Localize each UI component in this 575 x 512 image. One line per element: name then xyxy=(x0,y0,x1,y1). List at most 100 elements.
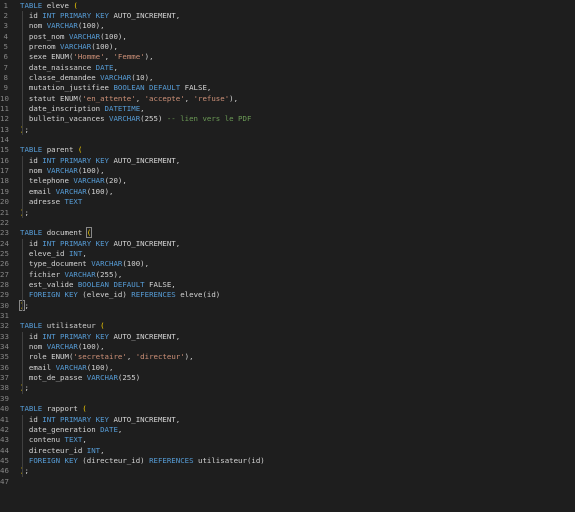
code-line[interactable]: id INT PRIMARY KEY AUTO_INCREMENT, xyxy=(20,332,180,342)
code-token: ( xyxy=(85,227,93,239)
code-line[interactable]: email VARCHAR(100), xyxy=(20,362,114,373)
line-number: 29 xyxy=(0,290,9,300)
code-line[interactable]: nom VARCHAR(100), xyxy=(20,166,105,176)
code-line[interactable]: sexe ENUM('Homme', 'Femme'), xyxy=(20,52,154,62)
code-token: ( xyxy=(77,145,83,155)
code-token: TEXT xyxy=(64,197,83,207)
code-token: DATETIME xyxy=(104,104,141,113)
code-token: ( xyxy=(73,0,78,10)
code-token: email xyxy=(20,186,56,196)
code-token: nom xyxy=(20,166,47,176)
code-token: 'Homme' xyxy=(73,52,105,62)
indent-guide xyxy=(22,331,23,394)
code-token: DATE xyxy=(95,62,114,72)
code-token: , xyxy=(126,352,136,362)
line-number: 5 xyxy=(3,41,8,51)
code-token: BOOLEAN DEFAULT xyxy=(113,83,181,93)
code-token: ; xyxy=(24,300,29,310)
code-token: , xyxy=(82,248,87,258)
code-line[interactable]: TABLE rapport ( xyxy=(20,404,87,414)
code-line[interactable]: id INT PRIMARY KEY AUTO_INCREMENT, xyxy=(20,156,180,166)
code-line[interactable]: contenu TEXT, xyxy=(20,435,87,445)
code-token: 'en_attente' xyxy=(82,93,136,103)
line-number: 34 xyxy=(0,342,9,352)
code-token: 'refuse' xyxy=(193,93,230,103)
line-number: 43 xyxy=(0,435,9,445)
code-line[interactable]: id INT PRIMARY KEY AUTO_INCREMENT, xyxy=(20,11,180,21)
code-token: , xyxy=(113,62,118,72)
code-line[interactable]: directeur_id INT, xyxy=(20,446,105,456)
line-number: 12 xyxy=(0,114,9,124)
code-token: INT PRIMARY KEY xyxy=(42,10,109,20)
code-line[interactable]: type_document VARCHAR(100), xyxy=(20,259,149,269)
code-area[interactable]: TABLE eleve ( id INT PRIMARY KEY AUTO_IN… xyxy=(18,0,575,512)
code-line[interactable]: eleve_id INT, xyxy=(20,249,87,259)
code-token: classe_demandee xyxy=(20,72,101,82)
code-line[interactable]: telephone VARCHAR(20), xyxy=(20,176,127,186)
code-token: AUTO_INCREMENT, xyxy=(109,238,181,248)
code-token: nom xyxy=(20,21,47,31)
code-line[interactable]: id INT PRIMARY KEY AUTO_INCREMENT, xyxy=(20,239,180,249)
code-line[interactable]: nom VARCHAR(100), xyxy=(20,342,105,352)
line-number: 15 xyxy=(0,145,9,155)
line-number: 6 xyxy=(3,52,8,62)
code-line[interactable]: email VARCHAR(100), xyxy=(20,186,114,197)
code-line[interactable]: TABLE utilisateur ( xyxy=(20,321,105,331)
line-number: 17 xyxy=(0,166,9,176)
code-token: INT PRIMARY KEY xyxy=(42,238,109,248)
code-token: (255), xyxy=(95,269,123,279)
code-line[interactable]: id INT PRIMARY KEY AUTO_INCREMENT, xyxy=(20,415,180,425)
indent-guide xyxy=(22,10,23,136)
code-token: VARCHAR xyxy=(73,176,105,186)
code-token: (20), xyxy=(104,176,127,186)
code-line[interactable]: mot_de_passe VARCHAR(255) xyxy=(20,373,140,383)
code-token: VARCHAR xyxy=(55,362,87,372)
code-line[interactable]: prenom VARCHAR(100), xyxy=(20,42,118,52)
code-token: utilisateur xyxy=(42,321,101,331)
code-line[interactable]: date_inscription DATETIME, xyxy=(20,104,145,114)
line-number: 31 xyxy=(0,311,9,320)
code-line[interactable]: FOREIGN KEY (directeur_id) REFERENCES ut… xyxy=(20,456,265,466)
code-line[interactable]: TABLE parent ( xyxy=(20,145,82,155)
code-token: bulletin_vacances xyxy=(20,114,109,124)
code-token: (100), xyxy=(77,166,105,176)
code-token: prenom xyxy=(20,41,61,51)
code-token: AUTO_INCREMENT, xyxy=(109,10,181,20)
code-token: FOREIGN KEY xyxy=(28,455,78,465)
code-token: , xyxy=(140,104,145,113)
line-number: 27 xyxy=(0,269,9,279)
line-number: 3 xyxy=(3,21,8,31)
code-token: ; xyxy=(24,383,29,393)
code-token: DATE xyxy=(100,424,118,434)
line-number: 18 xyxy=(0,176,9,186)
code-token: 'Femme' xyxy=(113,52,145,62)
code-line[interactable]: fichier VARCHAR(255), xyxy=(20,270,122,280)
code-token: VARCHAR xyxy=(109,114,141,124)
code-line[interactable]: date_naissance DATE, xyxy=(20,63,118,73)
line-number: 4 xyxy=(3,31,8,41)
code-line[interactable]: mutation_justifiee BOOLEAN DEFAULT FALSE… xyxy=(20,83,211,93)
code-token: (100), xyxy=(77,342,105,352)
code-line[interactable]: classe_demandee VARCHAR(10), xyxy=(20,73,154,83)
code-token: , xyxy=(184,93,194,103)
code-line[interactable]: nom VARCHAR(100), xyxy=(20,21,105,31)
code-token: , xyxy=(117,424,123,434)
code-line[interactable]: FOREIGN KEY (eleve_id) REFERENCES eleve(… xyxy=(20,290,220,300)
code-line[interactable]: adresse TEXT xyxy=(20,197,82,207)
code-line[interactable]: statut ENUM('en_attente', 'accepte', 're… xyxy=(20,94,238,104)
code-token: (10), xyxy=(131,72,154,82)
code-line[interactable]: TABLE document ( xyxy=(20,227,93,239)
code-token: VARCHAR xyxy=(86,373,118,383)
code-line[interactable]: est_valide BOOLEAN DEFAULT FALSE, xyxy=(20,280,176,290)
code-line[interactable]: role ENUM('secretaire', 'directeur'), xyxy=(20,352,194,362)
code-line[interactable]: TABLE eleve ( xyxy=(20,1,78,11)
code-token: rapport xyxy=(42,404,83,414)
code-line[interactable]: post_nom VARCHAR(100), xyxy=(20,32,127,42)
code-editor[interactable]: 1 2 3 4 5 6 7 8 9 10 11 12 13 14 15 16 17 18 19 20 21 22 23 24 2… xyxy=(0,0,575,512)
line-number: 35 xyxy=(0,352,9,362)
code-token: id xyxy=(20,155,43,165)
code-line[interactable]: date_generation DATE, xyxy=(20,425,122,435)
line-number: 41 xyxy=(0,414,9,424)
code-line[interactable]: bulletin_vacances VARCHAR(255) -- lien v… xyxy=(20,114,252,124)
code-token: post_nom xyxy=(20,31,69,41)
